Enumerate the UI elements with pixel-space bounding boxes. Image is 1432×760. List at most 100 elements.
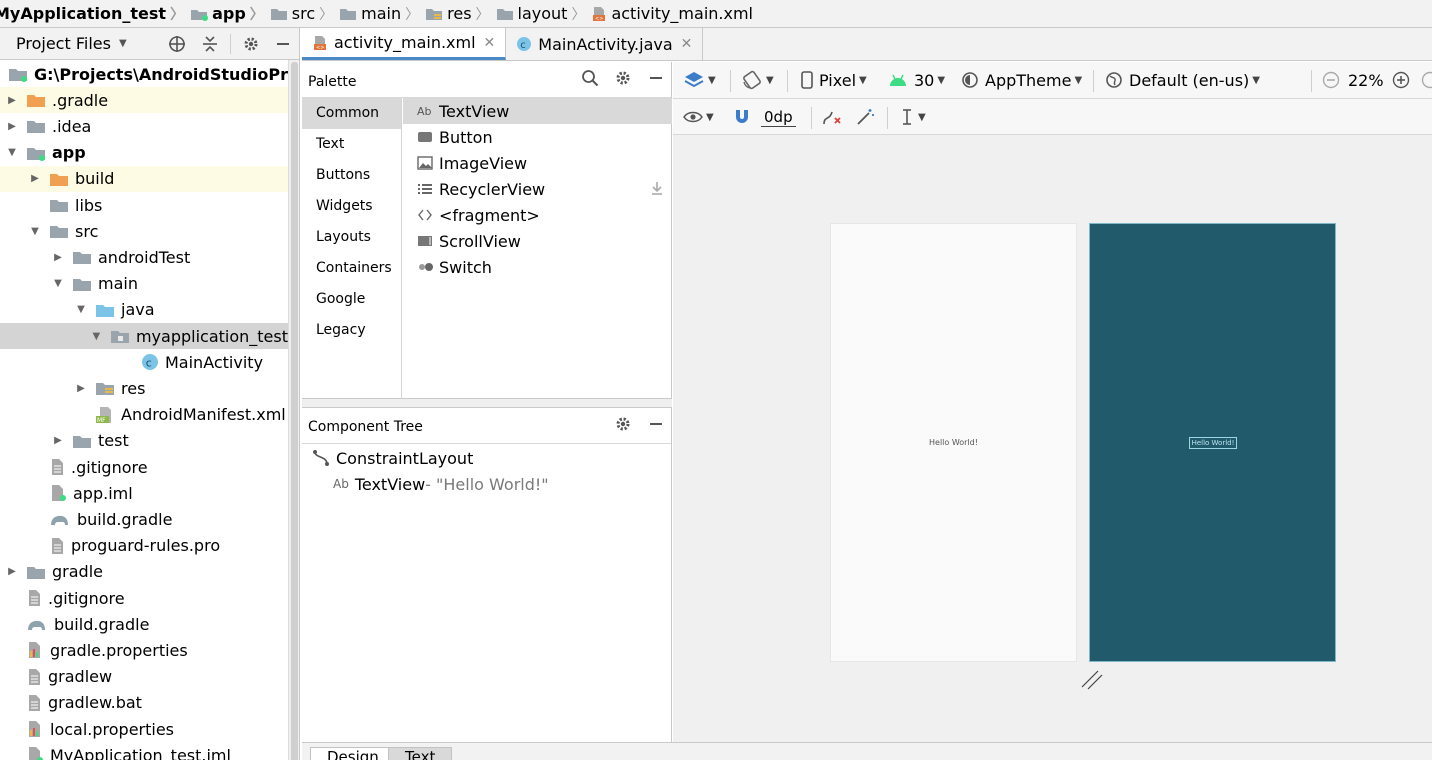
design-preview-screen[interactable]: Hello World! [830, 223, 1077, 662]
preview-textview[interactable]: Hello World! [831, 438, 1076, 447]
collapse-arrow-icon[interactable]: ▼ [52, 278, 64, 289]
tree-item[interactable]: .gitignore [0, 585, 288, 611]
palette-category-common[interactable]: Common [302, 98, 401, 129]
tree-item[interactable]: ▼ java [0, 297, 288, 323]
tree-item[interactable]: build.gradle [0, 506, 288, 532]
expand-arrow-icon[interactable]: ▶ [29, 173, 41, 184]
palette-category-containers[interactable]: Containers [302, 253, 401, 284]
collapse-all-icon[interactable] [200, 34, 220, 54]
tree-item[interactable]: build.gradle [0, 611, 288, 637]
tree-item[interactable]: G:\Projects\AndroidStudioProjects\MyAppl… [0, 61, 299, 87]
tree-item[interactable]: gradlew.bat [0, 690, 288, 716]
minimize-icon[interactable] [646, 414, 666, 434]
gear-icon[interactable] [241, 34, 261, 54]
api-level-selector[interactable]: 30 ▼ [888, 62, 945, 98]
palette-category-layouts[interactable]: Layouts [302, 222, 401, 253]
palette-item-switch[interactable]: Switch [403, 254, 672, 280]
tree-item[interactable]: local.properties [0, 716, 288, 742]
breadcrumb-item-src[interactable]: src 〉 [270, 0, 339, 27]
close-icon[interactable]: ✕ [681, 36, 693, 52]
palette-category-widgets[interactable]: Widgets [302, 191, 401, 222]
panel-splitter[interactable] [302, 398, 672, 408]
autoconnect-toggle[interactable] [733, 99, 751, 135]
gear-icon[interactable] [613, 68, 633, 88]
tree-item[interactable]: MyApplication_test.iml [0, 742, 288, 760]
breadcrumb-item-project[interactable]: MyApplication_test 〉 [0, 0, 190, 27]
expand-arrow-icon[interactable]: ▶ [52, 435, 64, 446]
tree-item[interactable]: ▼ src [0, 218, 288, 244]
zoom-in-button[interactable] [1392, 62, 1410, 98]
blueprint-textview[interactable]: Hello World! [1189, 437, 1237, 449]
tree-item[interactable]: libs [0, 192, 288, 218]
tree-item[interactable]: ▼ main [0, 271, 288, 297]
collapse-arrow-icon[interactable]: ▼ [29, 226, 41, 237]
expand-arrow-icon[interactable]: ▶ [52, 252, 64, 263]
expand-arrow-icon[interactable]: ▶ [6, 566, 18, 577]
tree-item[interactable]: app.iml [0, 480, 288, 506]
tree-item[interactable]: c MainActivity [0, 349, 288, 375]
breadcrumb-item-activity-main[interactable]: <> activity_main.xml [591, 0, 753, 27]
palette-category-text[interactable]: Text [302, 129, 401, 160]
breadcrumb-item-layout[interactable]: layout 〉 [496, 0, 592, 27]
view-options-button[interactable]: ▼ [683, 99, 714, 135]
default-margin-button[interactable]: 0dp [761, 99, 796, 135]
palette-item-recyclerview[interactable]: RecyclerView [403, 176, 672, 202]
collapse-arrow-icon[interactable]: ▼ [75, 304, 87, 315]
tree-item[interactable]: ▶ build [0, 165, 288, 192]
tree-item[interactable]: ▶ test [0, 428, 288, 454]
locate-target-icon[interactable] [167, 34, 187, 54]
design-blueprint-toggle[interactable]: ▼ [683, 62, 716, 98]
minimize-icon[interactable] [273, 34, 293, 54]
tab-main-activity-java[interactable]: c MainActivity.java ✕ [506, 28, 704, 60]
palette-item-button[interactable]: Button [403, 124, 672, 150]
orientation-button[interactable]: ▼ [741, 62, 774, 98]
tree-node-constraintlayout[interactable]: ConstraintLayout [312, 445, 473, 471]
tree-item[interactable]: gradle.properties [0, 637, 288, 663]
zoom-out-button[interactable] [1322, 62, 1340, 98]
palette-category-buttons[interactable]: Buttons [302, 160, 401, 191]
clear-constraints-button[interactable] [821, 99, 843, 135]
collapse-arrow-icon[interactable]: ▼ [6, 147, 18, 158]
palette-category-legacy[interactable]: Legacy [302, 315, 401, 346]
search-icon[interactable] [580, 68, 600, 88]
download-icon[interactable] [649, 180, 665, 200]
palette-category-google[interactable]: Google [302, 284, 401, 315]
scrollbar-thumb[interactable] [291, 62, 298, 760]
breadcrumb-item-main[interactable]: main 〉 [339, 0, 425, 27]
zoom-fit-button[interactable] [1421, 62, 1432, 98]
project-view-selector[interactable]: Project Files [16, 34, 111, 53]
palette-item-scrollview[interactable]: ScrollView [403, 228, 672, 254]
palette-item-textview[interactable]: Ab TextView [403, 98, 672, 124]
blueprint-preview-screen[interactable]: Hello World! [1089, 223, 1336, 662]
tree-node-textview[interactable]: Ab TextView - "Hello World!" [333, 471, 549, 497]
tab-activity-main-xml[interactable]: <> activity_main.xml ✕ [302, 28, 507, 60]
expand-arrow-icon[interactable]: ▶ [6, 95, 18, 106]
tab-design[interactable]: Design [310, 747, 396, 760]
close-icon[interactable]: ✕ [484, 35, 496, 51]
expand-arrow-icon[interactable]: ▶ [75, 383, 87, 394]
tree-item[interactable]: ▼ app [0, 140, 288, 166]
tree-item[interactable]: .gitignore [0, 454, 288, 480]
gear-icon[interactable] [613, 414, 633, 434]
tree-item[interactable]: ▶ .idea [0, 113, 288, 139]
tree-item[interactable]: MF AndroidManifest.xml [0, 402, 288, 428]
tab-text[interactable]: Text [388, 747, 453, 760]
resize-handle-icon[interactable] [1080, 667, 1104, 695]
guidelines-button[interactable]: ▼ [899, 99, 926, 135]
device-selector[interactable]: Pixel ▼ [801, 62, 867, 98]
tree-item[interactable]: ▶ .gradle [0, 87, 288, 114]
theme-selector[interactable]: AppTheme ▼ [961, 62, 1082, 98]
tree-item[interactable]: ▶ androidTest [0, 244, 288, 270]
infer-constraints-button[interactable] [855, 99, 875, 135]
expand-arrow-icon[interactable]: ▶ [6, 121, 18, 132]
tree-item[interactable]: proguard-rules.pro [0, 533, 288, 559]
tree-item[interactable]: ▶ res [0, 375, 288, 401]
tree-item[interactable]: ▼ myapplication_test [0, 323, 288, 349]
palette-item-fragment[interactable]: <fragment> [403, 202, 672, 228]
locale-selector[interactable]: Default (en-us) ▼ [1105, 62, 1260, 98]
chevron-down-icon[interactable]: ▼ [119, 38, 127, 49]
tree-item[interactable]: gradlew [0, 664, 288, 690]
project-scrollbar[interactable] [288, 60, 299, 760]
collapse-arrow-icon[interactable]: ▼ [91, 331, 102, 342]
breadcrumb-item-res[interactable]: res 〉 [425, 0, 495, 27]
